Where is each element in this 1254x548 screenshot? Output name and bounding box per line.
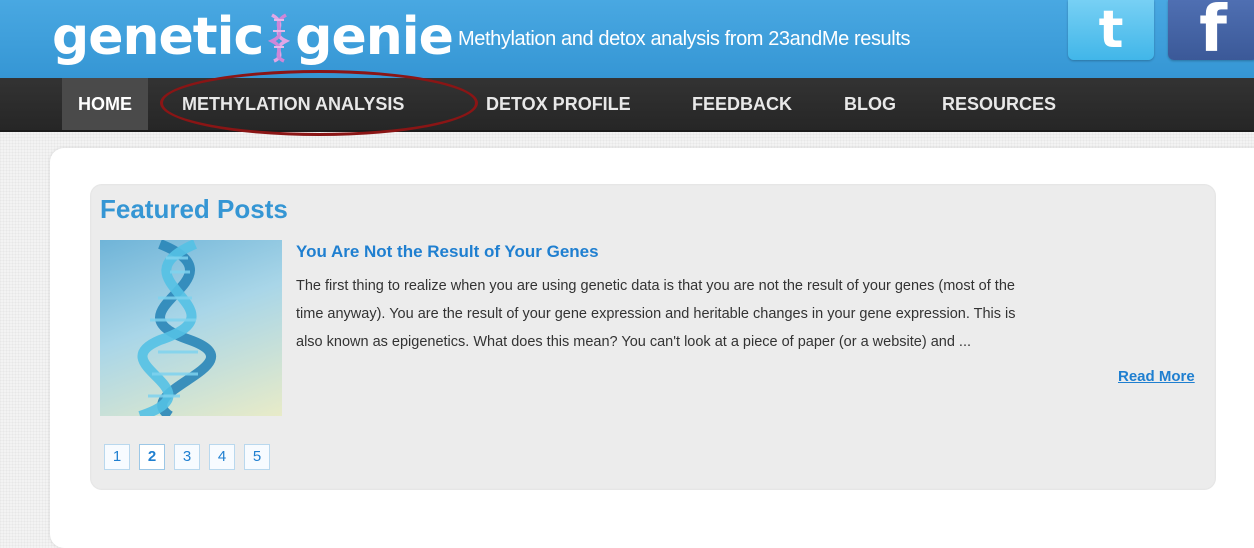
facebook-icon[interactable]: f	[1168, 0, 1254, 67]
site-tagline: Methylation and detox analysis from 23an…	[458, 28, 911, 50]
page-button-4[interactable]: 4	[209, 444, 235, 470]
post-thumbnail[interactable]	[100, 240, 282, 416]
nav-item-resources[interactable]: RESOURCES	[942, 78, 1056, 130]
dna-logo-icon	[268, 13, 291, 63]
excerpt-line: The first thing to realize when you are …	[296, 278, 1015, 294]
excerpt-line: also known as epigenetics. What does thi…	[296, 334, 972, 350]
twitter-icon[interactable]: t	[1068, 0, 1154, 60]
nav-item-home[interactable]: HOME	[62, 78, 148, 130]
page-button-5[interactable]: 5	[244, 444, 270, 470]
page-button-2[interactable]: 2	[139, 444, 165, 470]
excerpt-line: time anyway). You are the result of your…	[296, 306, 1016, 322]
page-button-1[interactable]: 1	[104, 444, 130, 470]
page-button-3[interactable]: 3	[174, 444, 200, 470]
nav-item-blog[interactable]: BLOG	[844, 78, 896, 130]
nav-item-detox-profile[interactable]: DETOX PROFILE	[486, 78, 631, 130]
post-excerpt: The first thing to realize when you are …	[296, 272, 1208, 356]
nav-item-feedback[interactable]: FEEDBACK	[692, 78, 792, 130]
main-nav: HOME METHYLATION ANALYSIS DETOX PROFILE …	[0, 78, 1254, 132]
site-logo[interactable]: genetic genie	[52, 2, 454, 72]
logo-text-genetic: genetic	[52, 7, 264, 67]
dna-helix-icon	[137, 240, 216, 416]
nav-item-methylation-analysis[interactable]: METHYLATION ANALYSIS	[182, 78, 404, 130]
site-header: genetic genie Methylation and detox anal…	[0, 0, 1254, 78]
logo-text-genie: genie	[295, 7, 454, 67]
featured-posts-heading: Featured Posts	[100, 194, 288, 224]
read-more-link[interactable]: Read More	[1118, 368, 1195, 385]
post-title-link[interactable]: You Are Not the Result of Your Genes	[296, 242, 599, 262]
featured-pagination: 1 2 3 4 5	[104, 444, 270, 470]
